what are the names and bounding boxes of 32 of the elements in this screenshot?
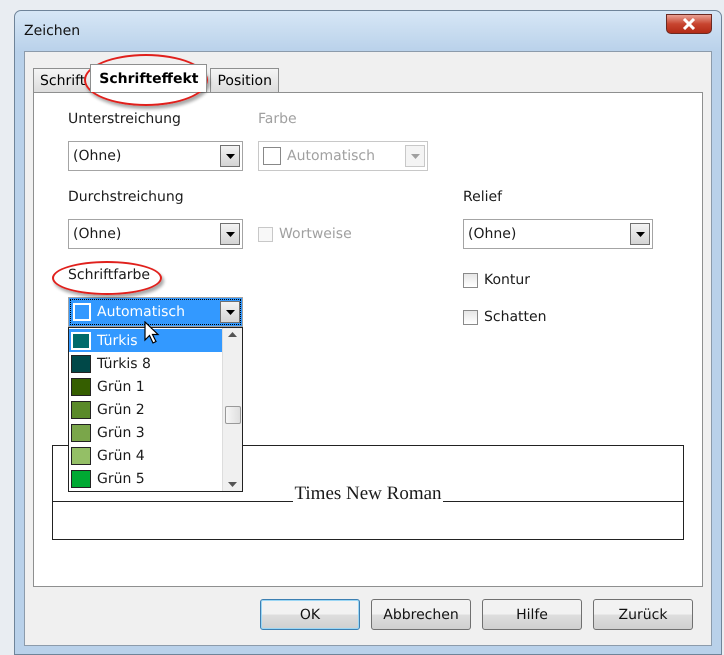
relief-dropdown[interactable]: (Ohne) — [463, 219, 653, 249]
field-label: Schriftfarbe — [68, 267, 150, 287]
dropdown-arrow-icon — [226, 310, 234, 314]
scrollbar-thumb[interactable] — [225, 406, 241, 424]
dropdown-arrow-icon — [410, 154, 420, 158]
color-swatch-icon — [263, 147, 281, 165]
dialog-button[interactable]: Abbrechen — [371, 599, 471, 630]
window-title: Zeichen — [24, 23, 80, 39]
preview-text: Times New Roman — [293, 484, 443, 503]
tab[interactable]: Position — [210, 68, 279, 92]
dropdown-arrow-icon — [226, 154, 234, 158]
scrollbar[interactable] — [222, 328, 242, 491]
close-button[interactable] — [666, 14, 712, 34]
strikethrough-dropdown[interactable]: (Ohne) — [68, 219, 243, 249]
tab[interactable]: Schrifteffekt — [90, 64, 208, 92]
dialog-button[interactable]: Zurück — [593, 599, 693, 630]
close-icon — [682, 18, 696, 30]
field-label: Farbe — [258, 111, 298, 129]
scroll-up-arrow-icon[interactable] — [228, 332, 237, 337]
dropdown-arrow-icon — [226, 232, 234, 236]
field-label: Durchstreichung — [68, 189, 185, 207]
checkbox[interactable]: Schatten — [463, 307, 653, 327]
field-label: Relief — [463, 189, 504, 207]
tab[interactable]: Schrift — [33, 68, 92, 92]
dropdown-arrow-icon — [636, 232, 644, 236]
scroll-down-arrow-icon[interactable] — [228, 482, 237, 487]
dialog-button[interactable]: Hilfe — [482, 599, 582, 630]
dialog-button[interactable]: OK — [260, 599, 360, 630]
underline-dropdown[interactable]: (Ohne) — [68, 141, 243, 171]
color-swatch-icon — [73, 303, 91, 321]
field-label: Unterstreichung — [68, 111, 182, 129]
checkbox[interactable]: Kontur — [463, 270, 653, 290]
